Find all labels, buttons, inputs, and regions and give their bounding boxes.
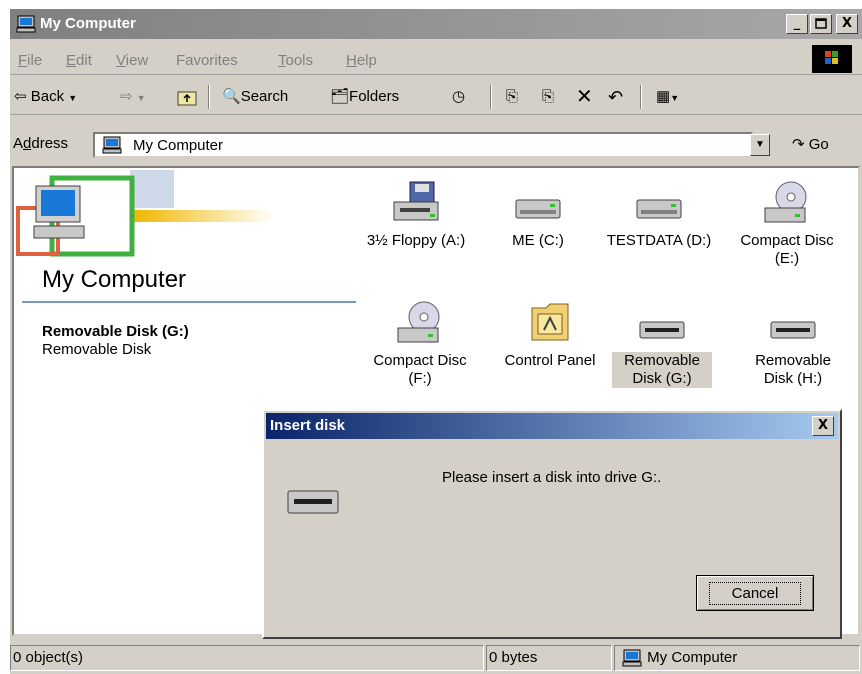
history-button[interactable]: ◷: [452, 85, 465, 109]
chevron-down-icon: ▼: [136, 93, 146, 103]
dialog-title: Insert disk: [270, 417, 346, 434]
back-button[interactable]: ⇦ Back ▼: [14, 85, 77, 109]
cd-drive-icon: [397, 301, 440, 343]
folders-icon: 🗂: [330, 88, 350, 105]
toolbar-separator: [490, 85, 492, 109]
dialog-message: Please insert a disk into drive G:.: [442, 469, 662, 486]
drive-item-floppy-a[interactable]: 3½ Floppy (A:): [356, 180, 476, 250]
history-icon: ◷: [452, 88, 466, 105]
control-panel-icon: [531, 303, 569, 341]
maximize-button[interactable]: [810, 14, 832, 34]
floppy-drive-icon: [393, 181, 439, 221]
sidebar-title: My Computer: [42, 266, 187, 293]
minimize-button[interactable]: _: [786, 14, 808, 34]
menu-view[interactable]: View: [116, 52, 148, 69]
selected-item-type: Removable Disk: [42, 341, 152, 358]
search-button[interactable]: 🔍Search: [222, 85, 288, 109]
my-computer-icon: [101, 136, 123, 157]
status-zone: My Computer: [614, 645, 860, 671]
address-bar: Address My Computer ▼ ↷ Go: [10, 127, 862, 163]
maximize-icon: [815, 18, 827, 29]
delete-x-icon: ✕: [576, 86, 593, 108]
drive-item-c[interactable]: ME (C:): [478, 180, 598, 250]
drive-item-g[interactable]: Removable Disk (G:): [612, 300, 712, 388]
item-label: Removable Disk (H:): [755, 352, 831, 387]
views-icon: ▦: [656, 88, 671, 105]
sidebar-divider: [22, 301, 356, 303]
cancel-button[interactable]: Cancel: [696, 575, 814, 611]
my-computer-banner-graphic: [14, 168, 354, 264]
forward-button[interactable]: ⇨ ▼: [120, 85, 146, 109]
delete-button[interactable]: ✕: [576, 85, 593, 109]
menu-help[interactable]: Help: [346, 52, 377, 69]
toolbar-separator: [640, 85, 642, 109]
chevron-down-icon: ▼: [670, 93, 680, 103]
removable-drive-icon: [287, 490, 339, 514]
menu-edit[interactable]: Edit: [66, 52, 92, 69]
chevron-down-icon: ▼: [755, 139, 765, 150]
title-bar[interactable]: My Computer _ X: [10, 9, 862, 39]
removable-drive-icon: [770, 321, 816, 339]
forward-arrow-icon: ⇨: [120, 88, 133, 105]
item-label: Control Panel: [504, 352, 596, 369]
toolbar-separator: [208, 85, 210, 109]
drive-item-f[interactable]: Compact Disc (F:): [360, 300, 480, 388]
cd-drive-icon: [764, 181, 807, 223]
status-bar: 0 object(s) 0 bytes My Computer: [10, 642, 862, 674]
back-arrow-icon: ⇦: [14, 88, 27, 105]
address-value: My Computer: [133, 137, 224, 154]
my-computer-icon: [16, 15, 36, 36]
menu-favorites[interactable]: Favorites: [176, 52, 238, 69]
move-to-button[interactable]: ⎘: [506, 85, 518, 109]
windows-logo-icon: [812, 45, 852, 73]
close-button[interactable]: X: [836, 14, 858, 34]
status-object-count: 0 object(s): [10, 645, 484, 671]
drive-item-h[interactable]: Removable Disk (H:): [738, 300, 848, 388]
item-label: TESTDATA (D:): [606, 232, 712, 249]
selected-item-name: Removable Disk (G:): [42, 323, 189, 340]
control-panel-item[interactable]: Control Panel: [490, 300, 610, 370]
my-computer-icon: [622, 649, 642, 667]
search-icon: 🔍: [222, 88, 241, 105]
item-label: Removable Disk (G:): [612, 352, 712, 388]
copy-to-button[interactable]: ⎘: [542, 85, 554, 109]
up-folder-button[interactable]: [176, 85, 198, 109]
address-label: Address: [13, 135, 69, 152]
status-size: 0 bytes: [486, 645, 612, 671]
menu-tools[interactable]: Tools: [278, 52, 313, 69]
undo-icon: ↶: [608, 87, 624, 107]
insert-disk-dialog: Insert disk X Please insert a disk into …: [262, 409, 842, 639]
drive-item-d[interactable]: TESTDATA (D:): [604, 180, 714, 250]
undo-button[interactable]: ↶: [608, 85, 623, 109]
removable-drive-icon: [639, 321, 685, 339]
hard-drive-icon: [515, 199, 561, 219]
item-label: 3½ Floppy (A:): [366, 232, 466, 249]
standard-toolbar: ⇦ Back ▼ ⇨ ▼ 🔍Search 🗂Folders ◷ ⎘ ⎘ ✕ ↶: [10, 79, 862, 115]
copy-to-icon: ⎘: [542, 88, 555, 105]
dialog-close-button[interactable]: X: [812, 416, 834, 436]
go-arrow-icon: ↷: [792, 136, 805, 153]
views-button[interactable]: ▦▼: [656, 85, 679, 109]
folders-button[interactable]: 🗂Folders: [330, 85, 399, 109]
item-label: ME (C:): [512, 232, 564, 249]
menu-bar: File Edit View Favorites Tools Help: [10, 43, 862, 75]
address-dropdown-button[interactable]: ▼: [750, 134, 770, 156]
item-label: Compact Disc (F:): [373, 352, 467, 387]
dialog-title-bar[interactable]: Insert disk X: [266, 413, 838, 439]
item-label: Compact Disc (E:): [740, 232, 834, 267]
up-folder-icon: [177, 91, 197, 106]
go-button[interactable]: ↷ Go: [792, 135, 829, 153]
window-title: My Computer: [40, 15, 136, 32]
address-input[interactable]: My Computer: [93, 132, 753, 158]
menu-file[interactable]: File: [18, 52, 42, 69]
move-to-icon: ⎘: [506, 88, 519, 105]
chevron-down-icon: ▼: [68, 93, 78, 103]
hard-drive-icon: [636, 199, 682, 219]
drive-item-e[interactable]: Compact Disc (E:): [732, 180, 842, 268]
